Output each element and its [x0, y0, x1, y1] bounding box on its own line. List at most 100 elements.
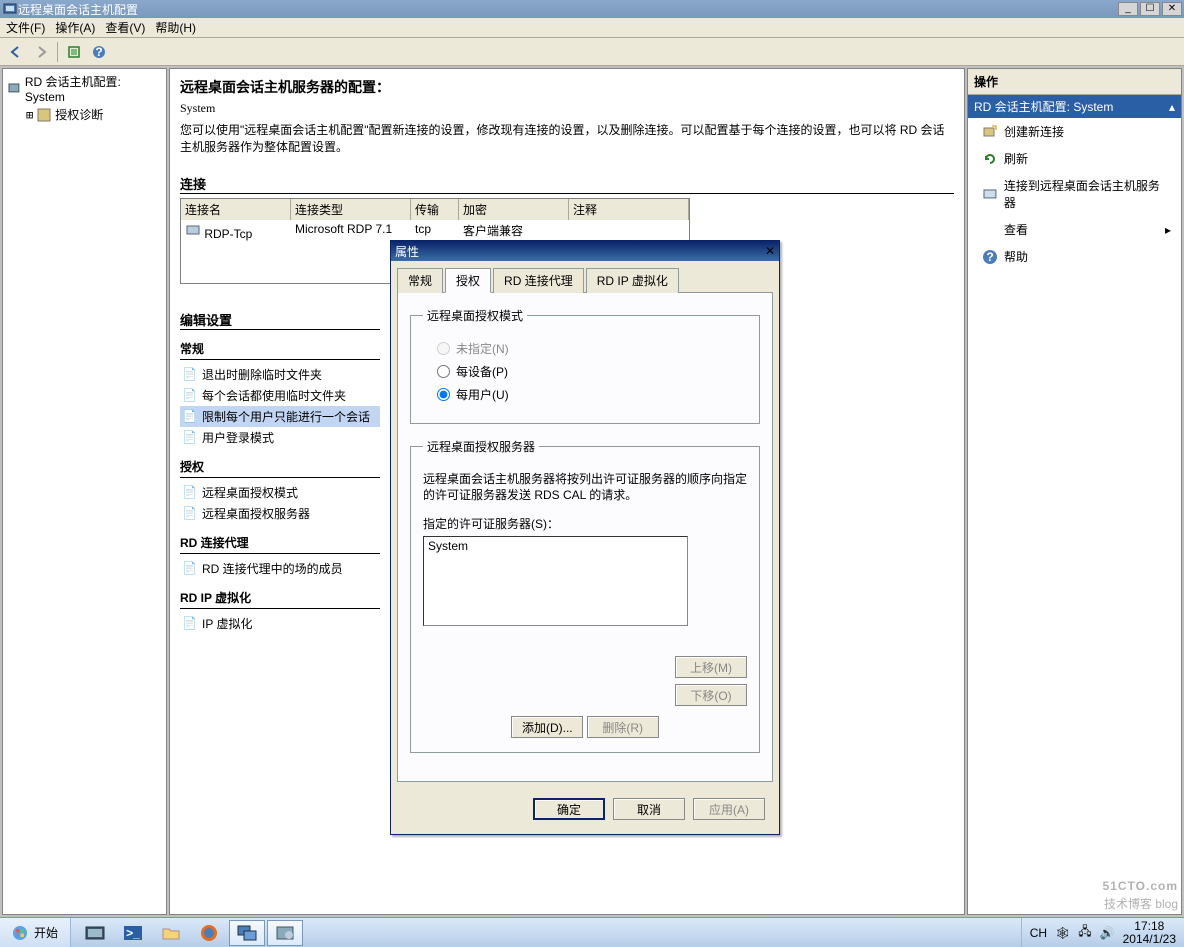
- radio-unspecified: 未指定(N): [437, 340, 747, 357]
- license-mode-legend: 远程桌面授权模式: [423, 307, 527, 324]
- setting-license-mode[interactable]: 📄远程桌面授权模式: [180, 482, 380, 503]
- clock-time[interactable]: 17:18: [1123, 920, 1176, 933]
- setting-login-mode[interactable]: 📄用户登录模式: [180, 427, 380, 448]
- taskbar: 开始 >_ CH 🕸 🖧 🔊 17:18 2014/1/23: [0, 917, 1184, 947]
- cancel-button[interactable]: 取消: [613, 798, 685, 820]
- setting-icon: 📄: [182, 616, 198, 632]
- task-explorer[interactable]: [153, 920, 189, 946]
- server-listbox[interactable]: System: [423, 536, 688, 626]
- setting-use-temp[interactable]: 📄每个会话都使用临时文件夹: [180, 385, 380, 406]
- dialog-tabs: 常规 授权 RD 连接代理 RD IP 虚拟化: [397, 267, 773, 293]
- radio-per-user[interactable]: 每用户(U): [437, 386, 747, 403]
- action-connect-server[interactable]: 连接到远程桌面会话主机服务器: [968, 172, 1181, 216]
- volume-icon[interactable]: 🔊: [1100, 926, 1115, 940]
- actions-pane: 操作 RD 会话主机配置: System ▴ 创建新连接 刷新 连接到远程桌面会…: [967, 68, 1182, 915]
- task-rdp[interactable]: [229, 920, 265, 946]
- new-connection-icon: [982, 124, 998, 140]
- chevron-right-icon: ▸: [1165, 223, 1171, 237]
- ok-button[interactable]: 确定: [533, 798, 605, 820]
- tab-license[interactable]: 授权: [445, 268, 491, 293]
- tray-icon[interactable]: 🖧: [1078, 922, 1091, 943]
- refresh-icon: [982, 151, 998, 167]
- dialog-titlebar[interactable]: 属性 ✕: [391, 241, 779, 261]
- action-help[interactable]: ?帮助: [968, 243, 1181, 270]
- forward-button[interactable]: [29, 41, 53, 63]
- setting-restrict-session[interactable]: 📄限制每个用户只能进行一个会话: [180, 406, 380, 427]
- page-heading: 远程桌面会话主机服务器的配置：: [180, 77, 954, 97]
- setting-ip-virtual[interactable]: 📄IP 虚拟化: [180, 613, 380, 634]
- maximize-button[interactable]: ☐: [1140, 2, 1160, 16]
- col-encryption[interactable]: 加密: [459, 199, 569, 220]
- move-down-button: 下移(O): [675, 684, 747, 706]
- task-firefox[interactable]: [191, 920, 227, 946]
- menu-help[interactable]: 帮助(H): [155, 19, 196, 36]
- license-mode-group: 远程桌面授权模式 未指定(N) 每设备(P) 每用户(U): [410, 307, 760, 424]
- setting-broker-member[interactable]: 📄RD 连接代理中的场的成员: [180, 558, 380, 579]
- tab-rdip[interactable]: RD IP 虚拟化: [586, 268, 679, 293]
- setting-delete-temp[interactable]: 📄退出时删除临时文件夹: [180, 364, 380, 385]
- rdip-group: RD IP 虚拟化: [180, 589, 380, 609]
- menu-file[interactable]: 文件(F): [6, 19, 45, 36]
- tree-root[interactable]: RD 会话主机配置: System: [6, 72, 163, 105]
- tab-general[interactable]: 常规: [397, 268, 443, 293]
- task-powershell[interactable]: >_: [115, 920, 151, 946]
- action-view[interactable]: 查看▸: [968, 216, 1181, 243]
- edit-settings-title: 编辑设置: [180, 310, 380, 330]
- windows-icon: [12, 925, 28, 941]
- server-list-label: 指定的许可证服务器(S)：: [423, 515, 747, 532]
- setting-icon: 📄: [182, 485, 198, 501]
- window-title: 远程桌面会话主机配置: [18, 1, 138, 18]
- svg-text:?: ?: [986, 250, 993, 264]
- remove-button: 删除(R): [587, 716, 659, 738]
- menu-view[interactable]: 查看(V): [105, 19, 145, 36]
- add-button[interactable]: 添加(D)...: [511, 716, 583, 738]
- setting-icon: 📄: [182, 506, 198, 522]
- apply-button: 应用(A): [693, 798, 765, 820]
- col-transport[interactable]: 传输: [411, 199, 459, 220]
- app-icon: [2, 1, 18, 17]
- setting-icon: 📄: [182, 561, 198, 577]
- menu-bar: 文件(F) 操作(A) 查看(V) 帮助(H): [0, 18, 1184, 38]
- setting-icon: 📄: [182, 367, 198, 383]
- action-create-connection[interactable]: 创建新连接: [968, 118, 1181, 145]
- diagnostic-icon: [36, 107, 52, 123]
- toolbar: ?: [0, 38, 1184, 66]
- task-server-manager[interactable]: [77, 920, 113, 946]
- general-group: 常规: [180, 340, 380, 360]
- connect-icon: [982, 186, 998, 202]
- license-server-legend: 远程桌面授权服务器: [423, 438, 539, 455]
- system-name: System: [180, 101, 954, 116]
- minimize-button[interactable]: _: [1118, 2, 1138, 16]
- list-item[interactable]: System: [428, 539, 683, 553]
- close-button[interactable]: ✕: [1162, 2, 1182, 16]
- setting-icon: 📄: [182, 388, 198, 404]
- tray-icon[interactable]: 🕸: [1055, 926, 1070, 940]
- lang-indicator[interactable]: CH: [1030, 926, 1047, 940]
- col-type[interactable]: 连接类型: [291, 199, 411, 220]
- license-server-group: 远程桌面授权服务器 远程桌面会话主机服务器将按列出许可证服务器的顺序向指定的许可…: [410, 438, 760, 753]
- task-config[interactable]: [267, 920, 303, 946]
- system-tray: CH 🕸 🖧 🔊 17:18 2014/1/23: [1021, 918, 1184, 947]
- connections-section-title: 连接: [180, 174, 954, 194]
- action-refresh[interactable]: 刷新: [968, 145, 1181, 172]
- clock-date[interactable]: 2014/1/23: [1123, 933, 1176, 946]
- collapse-icon[interactable]: ▴: [1169, 100, 1175, 114]
- tab-broker[interactable]: RD 连接代理: [493, 268, 584, 293]
- back-button[interactable]: [4, 41, 28, 63]
- radio-per-device[interactable]: 每设备(P): [437, 363, 747, 380]
- actions-header: 操作: [968, 69, 1181, 95]
- dialog-close-button[interactable]: ✕: [765, 244, 775, 258]
- help-tbtn[interactable]: ?: [87, 41, 111, 63]
- properties-dialog: 属性 ✕ 常规 授权 RD 连接代理 RD IP 虚拟化 远程桌面授权模式 未指…: [390, 240, 780, 835]
- menu-action[interactable]: 操作(A): [55, 19, 95, 36]
- setting-license-server[interactable]: 📄远程桌面授权服务器: [180, 503, 380, 524]
- license-server-note: 远程桌面会话主机服务器将按列出许可证服务器的顺序向指定的许可证服务器发送 RDS…: [423, 471, 747, 503]
- refresh-tbtn[interactable]: [62, 41, 86, 63]
- setting-icon: 📄: [182, 409, 198, 425]
- col-comment[interactable]: 注释: [569, 199, 689, 220]
- tree-child-license-diag[interactable]: ⊞ 授权诊断: [26, 105, 163, 124]
- col-name[interactable]: 连接名: [181, 199, 291, 220]
- svg-text:>_: >_: [126, 926, 140, 940]
- start-button[interactable]: 开始: [0, 918, 71, 947]
- help-icon: ?: [982, 249, 998, 265]
